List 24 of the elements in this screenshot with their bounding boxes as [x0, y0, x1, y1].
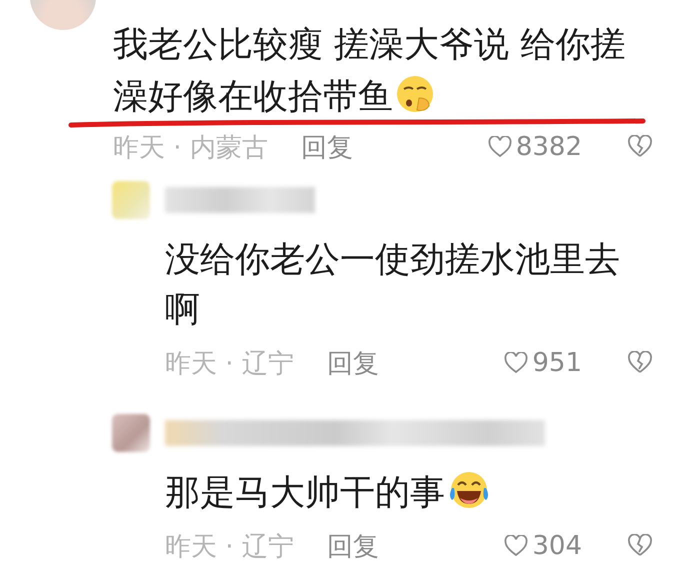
dislike-button[interactable]: [627, 534, 653, 558]
broken-heart-icon: [627, 534, 653, 558]
avatar[interactable]: [112, 414, 150, 452]
heart-icon: [488, 136, 512, 158]
like-button[interactable]: 8382: [488, 132, 582, 162]
like-button[interactable]: 951: [504, 348, 582, 378]
laughing-tears-emoji-icon: [447, 470, 491, 510]
time-location: 昨天 · 辽宁: [165, 530, 294, 564]
reply-link[interactable]: 回复: [326, 346, 379, 380]
reply-text: 那是马大帅干的事: [165, 468, 635, 518]
reply-link[interactable]: 回复: [300, 130, 353, 164]
heart-icon: [504, 352, 528, 374]
reply-text: 没给你老公一使劲搓水池里去啊: [165, 239, 621, 332]
time-location: 昨天 · 辽宁: [165, 348, 294, 380]
heart-icon: [504, 535, 528, 557]
broken-heart-icon: [627, 135, 653, 159]
dislike-button[interactable]: [627, 351, 653, 375]
like-button[interactable]: 304: [504, 531, 582, 561]
comment-text: 我老公比较瘦 搓澡大爷说 给你搓澡好像在收拾带鱼: [113, 24, 626, 119]
dislike-button[interactable]: [627, 135, 653, 159]
time-location: 昨天 · 内蒙古: [113, 132, 268, 164]
sulky-face-emoji-icon: [395, 74, 435, 114]
broken-heart-icon: [627, 351, 653, 375]
reply-link[interactable]: 回复: [326, 528, 379, 564]
